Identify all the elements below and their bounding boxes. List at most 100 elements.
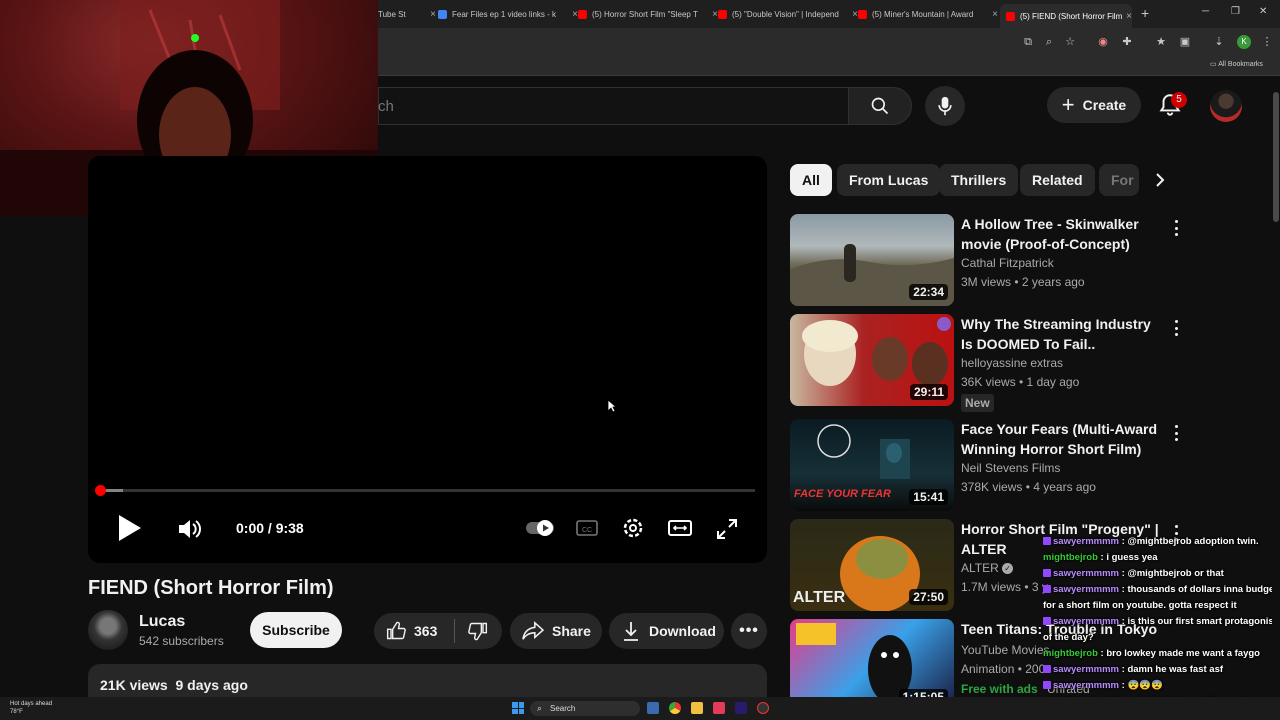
recommendation-channel[interactable]: YouTube Movies bbox=[961, 643, 1050, 657]
extensions-puzzle-icon[interactable]: ✚ bbox=[1120, 35, 1134, 49]
mouse-cursor-icon bbox=[607, 399, 617, 413]
video-thumbnail[interactable]: ALTER 27:50 bbox=[790, 519, 954, 611]
theater-mode-button[interactable] bbox=[666, 516, 694, 540]
more-options-icon[interactable] bbox=[1168, 218, 1184, 238]
video-thumbnail[interactable]: FACE YOUR FEAR 15:41 bbox=[790, 419, 954, 511]
notification-count-badge: 5 bbox=[1171, 92, 1187, 108]
start-menu-icon[interactable] bbox=[512, 702, 524, 714]
tab-close-icon[interactable]: × bbox=[992, 9, 998, 20]
obs-app-icon[interactable] bbox=[757, 702, 769, 714]
voice-search-button[interactable] bbox=[925, 86, 965, 126]
bookmark-star-icon[interactable]: ☆ bbox=[1063, 35, 1077, 49]
recommendation-channel[interactable]: ALTER ✓ bbox=[961, 561, 1014, 575]
recommendation-channel[interactable]: helloyassine extras bbox=[961, 356, 1063, 370]
sidepanel-icon[interactable]: ▣ bbox=[1178, 35, 1192, 49]
browser-tab[interactable]: Tube Stu × bbox=[378, 4, 436, 24]
progress-scrubber[interactable] bbox=[95, 485, 106, 496]
chip-thrillers[interactable]: Thrillers bbox=[939, 164, 1019, 196]
channel-name[interactable]: Lucas bbox=[139, 613, 185, 631]
taskbar-search[interactable]: ⌕ Search bbox=[530, 701, 640, 716]
play-button[interactable] bbox=[114, 512, 144, 544]
fullscreen-button[interactable] bbox=[714, 516, 740, 542]
video-player[interactable] bbox=[88, 156, 767, 563]
chat-text: : @mightbejrob or that bbox=[1119, 568, 1224, 579]
recommendation-item[interactable]: 29:11 Why The Streaming Industry Is DOOM… bbox=[790, 314, 1190, 412]
dislike-button[interactable] bbox=[455, 613, 501, 649]
subscribe-button[interactable]: Subscribe bbox=[250, 612, 342, 648]
music-app-icon[interactable] bbox=[713, 702, 725, 714]
video-thumbnail[interactable]: 29:11 bbox=[790, 314, 954, 406]
more-actions-button[interactable]: ••• bbox=[731, 613, 767, 649]
share-label: Share bbox=[552, 623, 591, 639]
video-duration: 15:41 bbox=[909, 489, 948, 505]
time-display: 0:00 / 9:38 bbox=[236, 520, 304, 536]
browser-tab[interactable]: Fear Files ep 1 video links - k × bbox=[438, 4, 578, 24]
search-input[interactable] bbox=[378, 87, 848, 125]
channel-avatar[interactable] bbox=[88, 610, 128, 650]
chat-username: sawyermmmm bbox=[1053, 664, 1120, 675]
video-duration: 27:50 bbox=[909, 589, 948, 605]
browser-tab[interactable]: (5) Horror Short Film "Sleep T × bbox=[578, 4, 718, 24]
chrome-app-icon[interactable] bbox=[669, 702, 681, 714]
more-options-icon[interactable] bbox=[1168, 318, 1184, 338]
tab-title: (5) Miner's Mountain | Award bbox=[872, 9, 974, 19]
captions-button[interactable]: CC bbox=[574, 516, 600, 540]
volume-button[interactable] bbox=[176, 515, 204, 543]
install-app-icon[interactable]: ⧉ bbox=[1021, 35, 1035, 49]
autoplay-toggle[interactable] bbox=[525, 518, 555, 538]
chip-from-lucas[interactable]: From Lucas bbox=[837, 164, 941, 196]
chip-all[interactable]: All bbox=[790, 164, 832, 196]
recommendation-channel[interactable]: Neil Stevens Films bbox=[961, 461, 1060, 475]
tab-close-icon[interactable]: × bbox=[1126, 11, 1132, 22]
all-bookmarks-button[interactable]: ▭ All Bookmarks bbox=[1210, 60, 1263, 68]
maximize-icon[interactable]: ❐ bbox=[1231, 6, 1240, 17]
close-window-icon[interactable]: ✕ bbox=[1259, 6, 1267, 17]
thumbs-up-icon bbox=[386, 621, 406, 640]
recommendation-title[interactable]: Why The Streaming Industry Is DOOMED To … bbox=[961, 314, 1166, 354]
recommendation-meta: Animation • 200 bbox=[961, 662, 1046, 676]
download-icon bbox=[624, 622, 638, 641]
new-tab-button[interactable]: + bbox=[1141, 5, 1149, 21]
recommendation-item[interactable]: FACE YOUR FEAR 15:41 Face Your Fears (Mu… bbox=[790, 419, 1190, 513]
tab-close-icon[interactable]: × bbox=[430, 9, 436, 20]
stream-chat-overlay: sawyermmmm : @mightbejrob adoption twin.… bbox=[1043, 534, 1280, 720]
recommendation-item[interactable]: 22:34 A Hollow Tree - Skinwalker movie (… bbox=[790, 214, 1190, 308]
account-avatar[interactable] bbox=[1210, 90, 1242, 122]
chat-username: sawyermmmm bbox=[1053, 616, 1120, 627]
recommendation-title[interactable]: A Hollow Tree - Skinwalker movie (Proof-… bbox=[961, 214, 1166, 254]
chevron-right-icon bbox=[1156, 173, 1165, 187]
zoom-icon[interactable]: ⌕ bbox=[1042, 35, 1056, 49]
video-thumbnail[interactable]: 22:34 bbox=[790, 214, 954, 306]
browser-tab[interactable]: (5) FIEND (Short Horror Film) × bbox=[1000, 4, 1132, 28]
download-button[interactable]: Download bbox=[609, 613, 724, 649]
profile-avatar[interactable]: K bbox=[1237, 35, 1251, 49]
tab-favicon-icon bbox=[858, 9, 867, 19]
chip-for-you[interactable]: For bbox=[1099, 164, 1139, 196]
create-button[interactable]: + Create bbox=[1047, 87, 1141, 123]
like-button[interactable]: 363 bbox=[374, 613, 454, 649]
extension-icon[interactable]: ◉ bbox=[1096, 35, 1110, 49]
progress-bar[interactable] bbox=[100, 489, 755, 492]
share-button[interactable]: Share bbox=[510, 613, 602, 649]
recommendation-title[interactable]: Face Your Fears (Multi-Award Winning Hor… bbox=[961, 419, 1166, 459]
chat-message: mightbejrob : bro lowkey made me want a … bbox=[1043, 646, 1280, 662]
file-explorer-icon[interactable] bbox=[691, 702, 703, 714]
more-options-icon[interactable] bbox=[1168, 423, 1184, 443]
create-label: Create bbox=[1082, 97, 1127, 113]
browser-tab[interactable]: (5) "Double Vision" | Independ × bbox=[718, 4, 858, 24]
weather-widget[interactable]: Hot days ahead 78°F bbox=[10, 700, 52, 716]
tab-title: Tube Stu bbox=[378, 9, 406, 19]
files-app-icon[interactable] bbox=[647, 702, 659, 714]
browser-tab[interactable]: (5) Miner's Mountain | Award × bbox=[858, 4, 998, 24]
chips-next-button[interactable] bbox=[1144, 164, 1176, 196]
bookmarks-icon[interactable]: ★ bbox=[1154, 35, 1168, 49]
recommendation-channel[interactable]: Cathal Fitzpatrick bbox=[961, 256, 1054, 270]
chip-related[interactable]: Related bbox=[1020, 164, 1095, 196]
search-button[interactable] bbox=[848, 87, 912, 125]
settings-button[interactable] bbox=[620, 515, 646, 541]
minimize-icon[interactable]: ─ bbox=[1202, 6, 1209, 17]
downloads-icon[interactable]: ⇣ bbox=[1212, 35, 1226, 49]
scrollbar-thumb[interactable] bbox=[1273, 92, 1279, 222]
browser-menu-icon[interactable]: ⋮ bbox=[1260, 35, 1274, 49]
premiere-app-icon[interactable] bbox=[735, 702, 747, 714]
